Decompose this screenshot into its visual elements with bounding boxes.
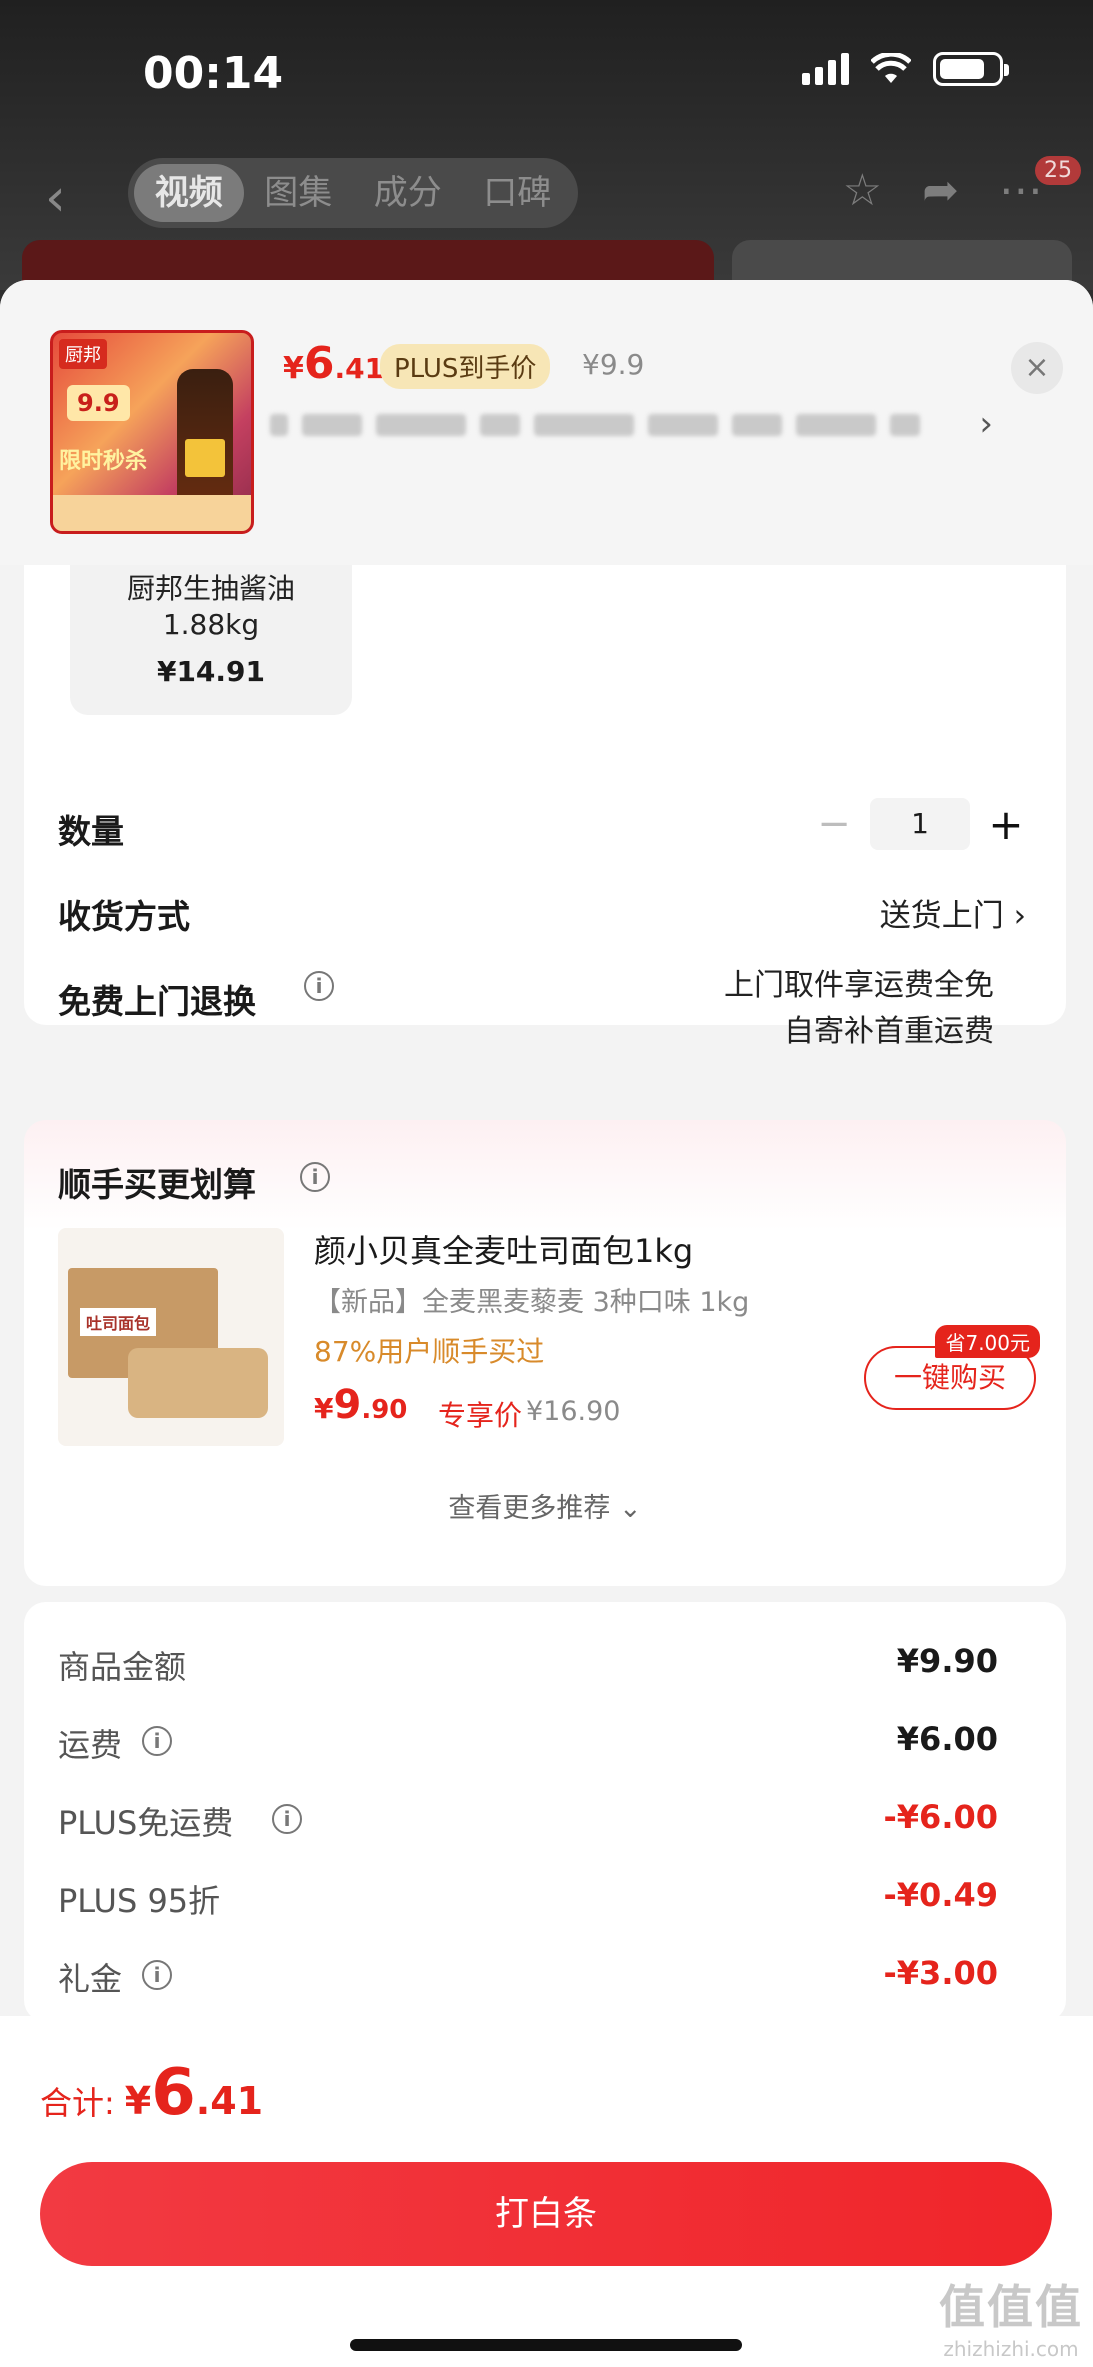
checkout-bar: 合计: ¥6.41 打白条 值值值 zhizhizhi.com bbox=[0, 2016, 1093, 2367]
pay-baitiao-button[interactable]: 打白条 bbox=[40, 2162, 1052, 2266]
thumbnail-brand: 厨邦 bbox=[59, 339, 107, 369]
amount-label: PLUS 95折 bbox=[58, 1882, 221, 1920]
bread-slices-image bbox=[128, 1348, 268, 1418]
amount-row-plus-discount: PLUS 95折 -¥0.49 bbox=[58, 1876, 998, 1926]
amount-row-shipping: 运费 i ¥6.00 bbox=[58, 1720, 998, 1770]
amount-value: ¥6.00 bbox=[896, 1720, 998, 1758]
status-time: 00:14 bbox=[143, 48, 284, 99]
amount-label: 礼金 bbox=[58, 1960, 123, 1998]
amount-label: PLUS免运费 bbox=[58, 1804, 234, 1842]
recommend-original-price: ¥16.90 bbox=[526, 1396, 621, 1427]
plus-price: ¥6.41 bbox=[283, 338, 384, 389]
price-decimal: .41 bbox=[334, 352, 385, 385]
thumbnail-promo-price: 9.9 bbox=[67, 385, 130, 421]
top-actions: ☆ ➦ ⋯ bbox=[843, 165, 1043, 216]
amount-row-gift: 礼金 i -¥3.00 bbox=[58, 1954, 998, 2004]
quantity-plus-button[interactable]: + bbox=[986, 800, 1026, 849]
recommend-price-decimal: .90 bbox=[361, 1395, 408, 1425]
tab-reviews[interactable]: 口碑 bbox=[463, 164, 573, 222]
tab-ingredients[interactable]: 成分 bbox=[353, 164, 463, 222]
amount-label: 运费 bbox=[58, 1726, 123, 1764]
wifi-icon bbox=[871, 53, 911, 83]
address-chevron-icon[interactable]: › bbox=[979, 404, 993, 444]
spec-name: 厨邦生抽酱油1.88kg bbox=[126, 572, 295, 641]
status-icons bbox=[802, 52, 1009, 86]
tab-gallery[interactable]: 图集 bbox=[244, 164, 354, 222]
back-arrow-icon[interactable]: ‹ bbox=[45, 168, 66, 228]
total-decimal: .41 bbox=[195, 2079, 264, 2123]
shipping-label: 收货方式 bbox=[58, 897, 190, 936]
spec-price: ¥14.91 bbox=[156, 655, 266, 688]
share-icon[interactable]: ➦ bbox=[922, 165, 959, 216]
amount-value: -¥3.00 bbox=[883, 1954, 999, 1992]
star-icon[interactable]: ☆ bbox=[843, 165, 882, 216]
recommend-price-currency: ¥ bbox=[314, 1392, 334, 1425]
recommend-item-name[interactable]: 颜小贝真全麦吐司面包1kg bbox=[314, 1226, 693, 1272]
return-note: 上门取件享运费全免 自寄补首重运费 bbox=[724, 963, 994, 1055]
quantity-minus-button[interactable]: − bbox=[814, 801, 854, 847]
recommend-price-integer: 9 bbox=[333, 1382, 362, 1428]
thumbnail-shelf bbox=[53, 495, 251, 531]
signal-icon bbox=[802, 53, 849, 85]
spec-option[interactable]: 厨邦生抽酱油1.88kg ¥14.91 bbox=[70, 565, 352, 715]
amount-row-plus-free-shipping: PLUS免运费 i -¥6.00 bbox=[58, 1798, 998, 1848]
exclusive-price-label: 专享价 bbox=[438, 1399, 523, 1432]
cart-count-badge: 25 bbox=[1035, 156, 1081, 185]
amount-card: 商品金额 ¥9.90 运费 i ¥6.00 PLUS免运费 i -¥6.00 P… bbox=[24, 1602, 1066, 2022]
total-integer: 6 bbox=[151, 2056, 196, 2130]
tab-video[interactable]: 视频 bbox=[134, 164, 244, 222]
plus-price-tag: PLUS到手价 bbox=[380, 344, 551, 389]
total-label: 合计: bbox=[40, 2084, 115, 2122]
recommend-bought-rate: 87%用户顺手买过 bbox=[314, 1335, 545, 1368]
free-return-label: 免费上门退换 bbox=[58, 982, 256, 1021]
price-integer: 6 bbox=[303, 338, 335, 389]
watermark-mark: 值值值 bbox=[939, 2280, 1083, 2334]
recommend-info-icon[interactable]: i bbox=[300, 1162, 330, 1192]
amount-row-goods: 商品金额 ¥9.90 bbox=[58, 1642, 998, 1692]
return-note-line1: 上门取件享运费全免 bbox=[724, 968, 994, 1003]
return-note-line2: 自寄补首重运费 bbox=[784, 1014, 994, 1049]
options-card: 厨邦生抽酱油1.88kg ¥14.91 数量 − 1 + 收货方式 送货上门 ›… bbox=[24, 565, 1066, 1049]
watermark-logo: 值值值 zhizhizhi.com bbox=[939, 2271, 1083, 2361]
close-button[interactable]: × bbox=[1011, 342, 1063, 394]
bread-box-label: 吐司面包 bbox=[80, 1308, 157, 1336]
address-redacted[interactable] bbox=[270, 410, 970, 440]
amount-value: -¥0.49 bbox=[883, 1876, 999, 1914]
home-indicator[interactable] bbox=[350, 2339, 742, 2351]
recommend-item-subtitle: 【新品】全麦黑麦藜麦 3种口味 1kg bbox=[314, 1287, 750, 1318]
original-price: ¥9.9 bbox=[582, 348, 645, 381]
save-badge: 省7.00元 bbox=[935, 1325, 1040, 1358]
amount-value: ¥9.90 bbox=[896, 1642, 998, 1680]
sheet-header: 厨邦 9.9 限时秒杀 ¥6.41 PLUS到手价 ¥9.9 × › bbox=[0, 280, 1093, 565]
more-recommendations-link[interactable]: 查看更多推荐 ⌄ bbox=[24, 1486, 1066, 1525]
total-price: 合计: ¥6.41 bbox=[40, 2056, 263, 2130]
price-currency: ¥ bbox=[283, 351, 304, 386]
quantity-input[interactable]: 1 bbox=[870, 798, 970, 850]
media-tabs: 视频 图集 成分 口碑 bbox=[128, 158, 578, 228]
recommend-card: 顺手买更划算 i 吐司面包 颜小贝真全麦吐司面包1kg 【新品】全麦黑麦藜麦 3… bbox=[24, 1120, 1066, 1586]
amount-value: -¥6.00 bbox=[883, 1798, 999, 1836]
watermark-url: zhizhizhi.com bbox=[943, 2337, 1079, 2361]
total-currency: ¥ bbox=[124, 2079, 152, 2123]
battery-icon bbox=[933, 52, 1009, 86]
gift-info-icon[interactable]: i bbox=[142, 1960, 172, 1990]
shipping-method-selector[interactable]: 送货上门 › bbox=[880, 890, 1026, 935]
thumbnail-promo-text: 限时秒杀 bbox=[59, 449, 148, 474]
bread-product-image[interactable]: 吐司面包 bbox=[58, 1228, 284, 1446]
amount-label: 商品金额 bbox=[58, 1648, 187, 1686]
return-info-icon[interactable]: i bbox=[304, 971, 344, 1001]
shipping-info-icon[interactable]: i bbox=[142, 1726, 172, 1756]
recommend-title: 顺手买更划算 bbox=[58, 1165, 256, 1204]
quantity-stepper: − 1 + bbox=[814, 798, 1026, 850]
recommend-price: ¥9.90 bbox=[314, 1382, 407, 1428]
product-thumbnail: 厨邦 9.9 限时秒杀 bbox=[50, 330, 254, 534]
plus-shipping-info-icon[interactable]: i bbox=[272, 1804, 302, 1834]
quantity-label: 数量 bbox=[58, 812, 124, 851]
